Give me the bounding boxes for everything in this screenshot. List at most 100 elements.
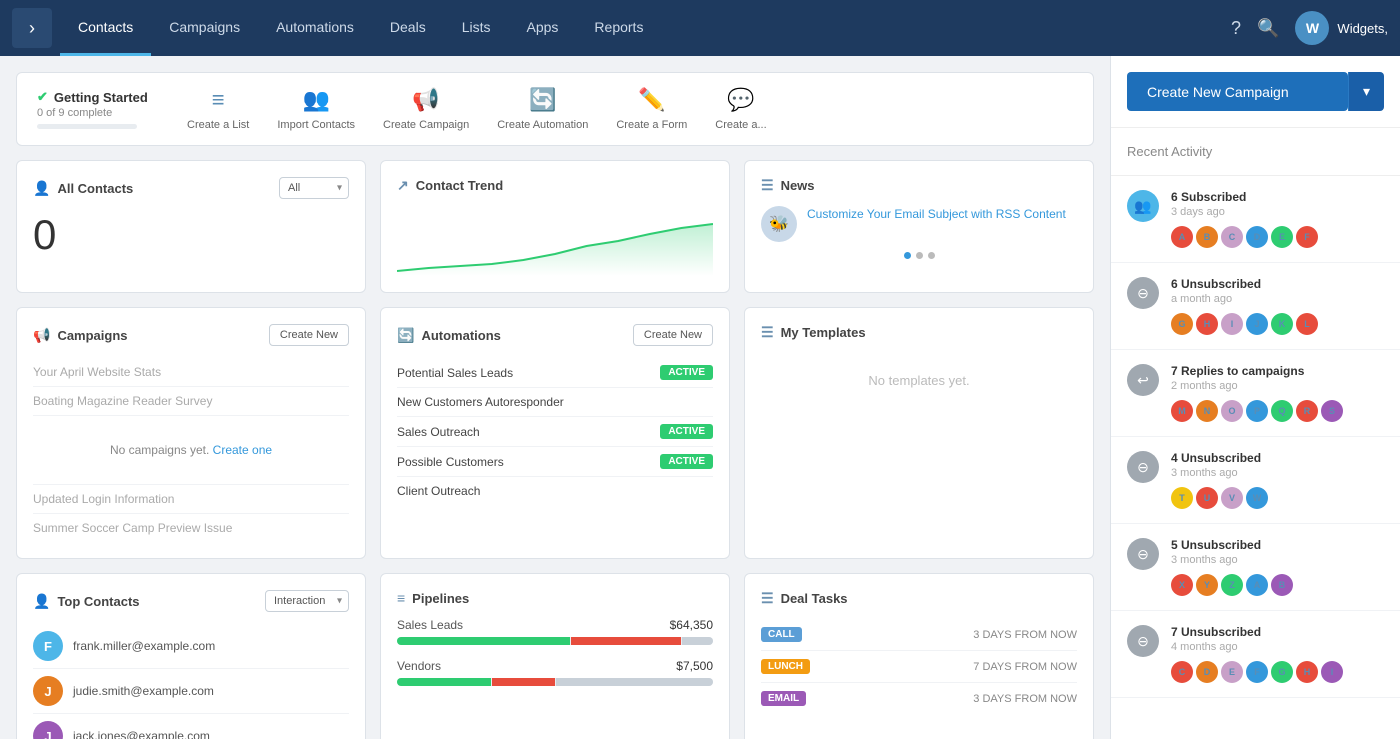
pipeline-name-0: Sales Leads: [397, 618, 463, 632]
campaign-item-4: Summer Soccer Camp Preview Issue: [33, 514, 349, 542]
activity-title-5: 7 Unsubscribed: [1171, 625, 1384, 639]
bar-gray-0: [682, 637, 713, 645]
my-templates-title: ☰ My Templates: [761, 324, 866, 341]
activity-avatars-3: T U V W: [1171, 487, 1384, 509]
create-new-campaign-btn[interactable]: Create New Campaign: [1127, 72, 1348, 111]
contacts-filter-select[interactable]: All Active Inactive: [279, 177, 349, 199]
help-icon[interactable]: ?: [1231, 18, 1241, 39]
dashboard-row-1: 👤 All Contacts All Active Inactive 0: [16, 160, 1094, 293]
gs-step-automation[interactable]: 🔄 Create Automation: [497, 87, 588, 131]
bar-red-0: [571, 637, 681, 645]
deal-item-2: EMAIL 3 DAYS FROM NOW: [761, 683, 1077, 714]
create-one-link[interactable]: Create one: [213, 443, 272, 457]
pipeline-amount-1: $7,500: [676, 659, 713, 673]
gs-step-campaign[interactable]: 📢 Create Campaign: [383, 87, 469, 131]
contact-email-1: judie.smith@example.com: [73, 684, 214, 698]
pipeline-amount-0: $64,350: [670, 618, 713, 632]
create-campaign-area: Create New Campaign ▾: [1127, 72, 1384, 111]
bar-green-1: [397, 678, 491, 686]
nav-item-campaigns[interactable]: Campaigns: [151, 0, 258, 56]
activity-time-1: a month ago: [1171, 293, 1384, 305]
top-contacts-widget: 👤 Top Contacts Interaction Recent Score …: [16, 573, 366, 739]
news-header: ☰ News: [761, 177, 1077, 194]
activity-content-1: 6 Unsubscribed a month ago G H I J K L: [1171, 277, 1384, 335]
all-contacts-label: All Contacts: [57, 181, 133, 196]
nav-item-automations[interactable]: Automations: [258, 0, 372, 56]
top-contacts-header: 👤 Top Contacts Interaction Recent Score: [33, 590, 349, 612]
news-avatar: 🐝: [761, 206, 797, 242]
gs-title: ✔ Getting Started: [37, 89, 157, 105]
auto-item-0: Potential Sales Leads ACTIVE: [397, 358, 713, 388]
user-menu[interactable]: W Widgets,: [1295, 11, 1388, 45]
unsubscribe-icon-5: ⊖: [1127, 625, 1159, 657]
no-campaigns-msg: No campaigns yet. Create one: [33, 423, 349, 477]
my-templates-label: My Templates: [781, 325, 866, 340]
bar-gray-1: [556, 678, 713, 686]
deal-time-2: 3 DAYS FROM NOW: [973, 693, 1077, 705]
list-icon: ≡: [212, 87, 225, 113]
pipeline-bar-0: [397, 637, 713, 645]
activity-item-5: ⊖ 7 Unsubscribed 4 months ago C D E F G …: [1111, 611, 1400, 698]
news-link[interactable]: Customize Your Email Subject with RSS Co…: [807, 207, 1066, 221]
activity-content-3: 4 Unsubscribed 3 months ago T U V W: [1171, 451, 1384, 509]
all-contacts-widget: 👤 All Contacts All Active Inactive 0: [16, 160, 366, 293]
search-icon[interactable]: 🔍: [1257, 18, 1279, 39]
pipeline-item-1: Vendors $7,500: [397, 659, 713, 686]
top-contacts-filter-select[interactable]: Interaction Recent Score: [265, 590, 349, 612]
automation-icon: 🔄: [529, 87, 556, 113]
auto-name-0: Potential Sales Leads: [397, 366, 513, 380]
activity-title-2: 7 Replies to campaigns: [1171, 364, 1384, 378]
top-contacts-filter-wrap[interactable]: Interaction Recent Score: [265, 590, 349, 612]
campaign-icon: 📢: [412, 87, 439, 113]
nav-item-contacts[interactable]: Contacts: [60, 0, 151, 56]
recent-activity-title: Recent Activity: [1127, 144, 1212, 159]
all-contacts-header: 👤 All Contacts All Active Inactive: [33, 177, 349, 199]
auto-name-1: New Customers Autoresponder: [397, 395, 564, 409]
gs-step-import[interactable]: 👥 Import Contacts: [277, 87, 355, 131]
check-icon: ✔: [37, 89, 48, 105]
news-item: 🐝 Customize Your Email Subject with RSS …: [761, 206, 1077, 242]
extra-icon: 💬: [727, 87, 754, 113]
pipelines-icon: ≡: [397, 590, 405, 606]
campaigns-header: 📢 Campaigns Create New: [33, 324, 349, 346]
auto-item-4: Client Outreach: [397, 477, 713, 505]
campaigns-create-btn[interactable]: Create New: [269, 324, 349, 346]
nav-item-deals[interactable]: Deals: [372, 0, 444, 56]
bar-red-1: [492, 678, 555, 686]
auto-item-3: Possible Customers ACTIVE: [397, 447, 713, 477]
auto-item-1: New Customers Autoresponder: [397, 388, 713, 417]
nav-item-reports[interactable]: Reports: [576, 0, 661, 56]
deal-item-0: CALL 3 DAYS FROM NOW: [761, 619, 1077, 651]
gs-step-extra[interactable]: 💬 Create a...: [715, 87, 766, 131]
news-dot-3[interactable]: [928, 252, 935, 259]
pipelines-header: ≡ Pipelines: [397, 590, 713, 606]
gs-step-label-import: Import Contacts: [277, 119, 355, 131]
contact-email-0: frank.miller@example.com: [73, 639, 215, 653]
contacts-icon: 👤: [33, 180, 50, 197]
create-campaign-dropdown-btn[interactable]: ▾: [1348, 72, 1384, 111]
activity-time-5: 4 months ago: [1171, 641, 1384, 653]
automations-icon: 🔄: [397, 327, 414, 344]
gs-title-text: Getting Started: [54, 90, 148, 105]
unsubscribe-icon-3: ⊖: [1127, 451, 1159, 483]
my-templates-widget: ☰ My Templates No templates yet.: [744, 307, 1094, 559]
news-dot-2[interactable]: [916, 252, 923, 259]
deal-badge-2: EMAIL: [761, 691, 806, 706]
dashboard-row-3: 👤 Top Contacts Interaction Recent Score …: [16, 573, 1094, 739]
contact-item-0: F frank.miller@example.com: [33, 624, 349, 669]
contact-trend-widget: ↗ Contact Trend: [380, 160, 730, 293]
activity-content-4: 5 Unsubscribed 3 months ago X Y Z A B: [1171, 538, 1384, 596]
news-dot-1[interactable]: [904, 252, 911, 259]
campaigns-label: Campaigns: [57, 328, 127, 343]
gs-step-label-extra: Create a...: [715, 119, 766, 131]
nav-toggle[interactable]: ›: [12, 8, 52, 48]
nav-item-apps[interactable]: Apps: [509, 0, 577, 56]
gs-step-list[interactable]: ≡ Create a List: [187, 87, 249, 131]
campaigns-list: Your April Website Stats Boating Magazin…: [33, 358, 349, 542]
nav-item-lists[interactable]: Lists: [444, 0, 509, 56]
contacts-filter-wrap[interactable]: All Active Inactive: [279, 177, 349, 199]
unsubscribe-icon-4: ⊖: [1127, 538, 1159, 570]
contact-email-2: jack.jones@example.com: [73, 729, 210, 739]
automations-create-btn[interactable]: Create New: [633, 324, 713, 346]
gs-step-form[interactable]: ✏️ Create a Form: [616, 87, 687, 131]
